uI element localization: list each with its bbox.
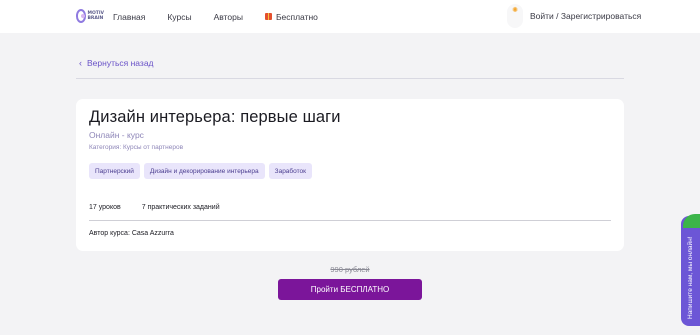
tag-earnings[interactable]: Заработок [268,163,312,179]
chat-widget[interactable]: Напишите нам, мы онлайн! [681,216,700,326]
assignments-count: 7 практических заданий [141,204,220,211]
course-type: Онлайн - курс [89,130,144,140]
nav-home[interactable]: Главная [113,12,145,22]
nav-authors[interactable]: Авторы [214,12,243,22]
old-price: 990 рублей [330,265,370,274]
course-stats: 17 уроков 7 практических заданий [89,204,241,211]
nav-free-label: Бесплатно [275,11,318,22]
chevron-left-icon: ‹ [79,58,82,68]
theme-toggle[interactable]: ✺ [507,4,523,28]
course-card: Дизайн интерьера: первые шаги Онлайн - к… [76,99,624,251]
nav-free[interactable]: Бесплатно [264,11,318,22]
main-nav: Главная Курсы Авторы Бесплатно [113,0,340,33]
brain-logo-icon [76,9,87,23]
chat-widget-label: Напишите нам, мы онлайн! [687,236,694,320]
divider [76,78,624,79]
take-free-button[interactable]: Пройти БЕСПЛАТНО [278,279,422,300]
back-link-label: Вернуться назад [87,58,154,68]
nav-courses[interactable]: Курсы [167,12,191,22]
tag-list: Партнерский Дизайн и декорирование интер… [89,163,316,179]
tag-interior-design[interactable]: Дизайн и декорирование интерьера [143,163,265,179]
logo[interactable]: MOTIV BRAIN [76,7,104,25]
tag-partner[interactable]: Партнерский [89,163,140,179]
top-header: MOTIV BRAIN Главная Курсы Авторы Бесплат… [0,0,700,33]
course-author: Автор курса: Casa Azzurra [89,230,174,237]
login-register-link[interactable]: Войти / Зарегистрироваться [530,11,641,21]
course-title: Дизайн интерьера: первые шаги [89,108,341,126]
logo-text-bottom: BRAIN [87,16,104,21]
divider [89,220,611,221]
gift-icon [264,13,272,20]
back-link[interactable]: ‹ Вернуться назад [79,58,154,68]
course-category: Категория: Курсы от партнеров [89,144,184,151]
lightbulb-icon: ✺ [512,6,518,14]
lessons-count: 17 уроков [89,204,121,211]
